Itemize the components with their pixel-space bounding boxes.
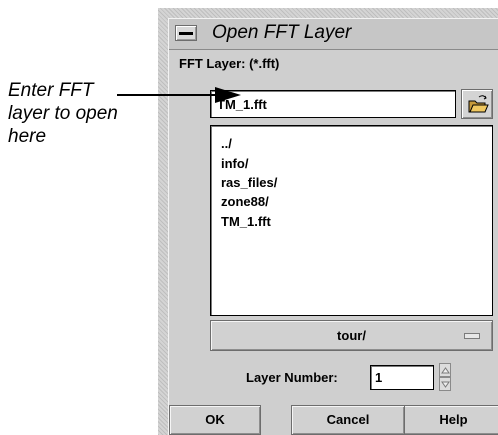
title-bar: Open FFT Layer — [169, 19, 498, 50]
filter-label: FFT Layer: (*.fft) — [179, 56, 280, 71]
list-item[interactable]: ../ — [221, 136, 232, 151]
callout-line-3: here — [8, 126, 47, 147]
layer-number-label: Layer Number: — [246, 370, 338, 385]
ok-button[interactable]: OK — [169, 405, 261, 435]
open-folder-icon — [462, 95, 492, 122]
list-item[interactable]: info/ — [221, 156, 248, 171]
open-folder-button[interactable] — [461, 89, 493, 119]
window-menu-icon[interactable] — [175, 25, 197, 41]
list-item[interactable]: ras_files/ — [221, 175, 277, 190]
open-fft-layer-dialog: Open FFT Layer FFT Layer: (*.fft) ../ in… — [158, 8, 498, 435]
increment-arrow-icon[interactable] — [439, 363, 451, 377]
callout-line-2: layer to open — [8, 103, 118, 124]
decrement-arrow-icon[interactable] — [439, 377, 451, 391]
directory-dropdown[interactable]: tour/ — [210, 320, 493, 351]
list-item[interactable]: zone88/ — [221, 194, 269, 209]
directory-label: tour/ — [337, 328, 366, 343]
list-item[interactable]: TM_1.fft — [221, 214, 271, 229]
dropdown-indicator-icon — [464, 333, 480, 339]
help-button[interactable]: Help — [398, 405, 498, 435]
annotation-callout: Enter FFT layer to open here — [8, 79, 158, 148]
file-list[interactable]: ../ info/ ras_files/ zone88/ TM_1.fft — [210, 125, 493, 316]
layer-number-stepper[interactable] — [439, 363, 451, 393]
dialog-frame: Open FFT Layer FFT Layer: (*.fft) ../ in… — [168, 18, 498, 435]
dialog-title: Open FFT Layer — [212, 22, 352, 43]
layer-number-input[interactable] — [370, 365, 434, 390]
cancel-button[interactable]: Cancel — [291, 405, 405, 435]
callout-line-1: Enter FFT — [8, 80, 94, 101]
filename-input[interactable] — [210, 90, 456, 118]
